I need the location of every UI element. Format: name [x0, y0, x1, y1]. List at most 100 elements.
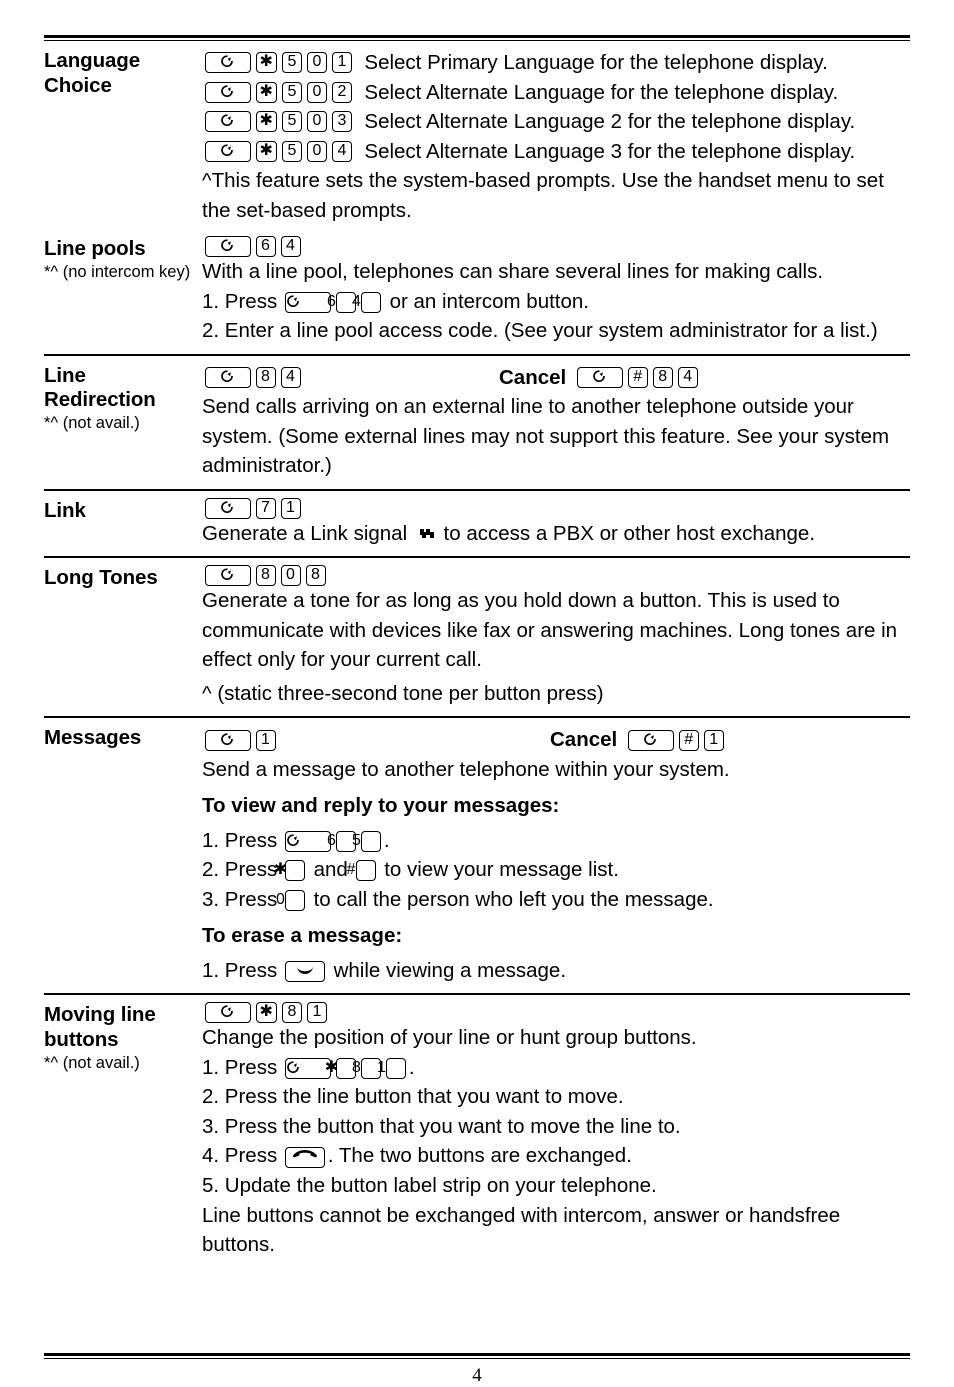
step-text-prefix: 3. Press the button that you want to mov… — [202, 1114, 681, 1138]
feature-title: Link — [44, 498, 86, 522]
key-4[interactable]: 4 — [677, 366, 698, 388]
hold-key-icon[interactable] — [285, 960, 326, 982]
step-item: 1. Press while viewing a message. — [202, 956, 910, 986]
feature-key-icon[interactable] — [204, 1002, 251, 1024]
key-1[interactable]: 1 — [306, 1002, 327, 1024]
feature-label-cell: Line Redirection *^ (not avail.) — [44, 362, 202, 434]
feature-glyph-icon — [221, 1005, 234, 1018]
page-footer: 4 — [44, 1353, 910, 1387]
feature-key-icon[interactable] — [204, 366, 251, 388]
feature-label-cell: Messages — [44, 724, 202, 751]
section-link: Link 7 1 Generate a Link signal to acces… — [44, 491, 910, 557]
key-8[interactable]: 8 — [652, 366, 673, 388]
feature-key-icon[interactable] — [204, 52, 251, 74]
feature-glyph-icon — [287, 1061, 300, 1074]
key-0[interactable]: 0 — [306, 81, 327, 103]
feature-key-icon[interactable] — [576, 366, 623, 388]
feature-key-icon[interactable] — [204, 111, 251, 133]
key-4[interactable]: 4 — [331, 140, 352, 162]
feature-outro: Line buttons cannot be exchanged with in… — [202, 1203, 841, 1257]
key-asterisk[interactable]: ✱ — [255, 1002, 277, 1024]
key-hash[interactable]: # — [678, 729, 699, 751]
section-moving-line-buttons: Moving line buttons *^ (not avail.) ✱ 8 … — [44, 995, 910, 1267]
key-1[interactable]: 1 — [255, 729, 276, 751]
step-text-suffix: . — [383, 828, 390, 852]
key-5[interactable]: 5 — [281, 52, 302, 74]
feature-title: Moving line buttons — [44, 1003, 156, 1051]
step-item: 4. Press . The two buttons are exchanged… — [202, 1141, 910, 1171]
feature-key-icon[interactable] — [204, 497, 251, 519]
release-key-icon[interactable] — [285, 1146, 326, 1168]
key-asterisk[interactable]: ✱ — [274, 860, 306, 882]
cancel-sequence: Cancel # 8 4 — [499, 363, 700, 393]
feature-glyph-icon — [221, 239, 234, 252]
feature-title: Line pools — [44, 237, 146, 261]
feature-description: Generate a Link signal to access a PBX o… — [202, 519, 910, 549]
key-0[interactable]: 0 — [306, 52, 327, 74]
key-row-description: Select Primary Language for the telephon… — [364, 51, 828, 74]
key-1[interactable]: 1 — [331, 52, 352, 74]
step-text-prefix: 2. Enter a line pool access code. (See y… — [202, 319, 878, 343]
key-0[interactable]: 0 — [306, 111, 327, 133]
key-8[interactable]: 8 — [281, 1002, 302, 1024]
feature-key-icon[interactable] — [627, 729, 674, 751]
feature-label-cell: Long Tones — [44, 564, 202, 591]
link-text-after: to access a PBX or other host exchange. — [437, 521, 816, 545]
feature-glyph-icon — [221, 501, 234, 514]
feature-body-cell: 8 4 Cancel # 8 4 Send calls arriving on … — [202, 362, 910, 481]
key-8[interactable]: 8 — [305, 565, 326, 587]
key-8[interactable]: 8 — [255, 366, 276, 388]
feature-label-cell: Moving line buttons *^ (not avail.) — [44, 1001, 202, 1073]
feature-key-icon[interactable] — [204, 81, 251, 103]
key-2[interactable]: 2 — [331, 81, 352, 103]
feature-title: Messages — [44, 726, 142, 750]
key-5[interactable]: 5 — [281, 140, 302, 162]
step-text-prefix: 3. Press — [202, 887, 283, 911]
key-sequence-row: ✱ 5 0 1 Select Primary Language for the … — [202, 48, 910, 78]
key-asterisk[interactable]: ✱ — [255, 111, 277, 133]
key-5[interactable]: 5 — [281, 81, 302, 103]
feature-glyph-icon — [221, 114, 234, 127]
key-4[interactable]: 4 — [280, 366, 301, 388]
key-4[interactable]: 4 — [352, 291, 382, 313]
key-hash[interactable]: # — [627, 366, 648, 388]
key-row-description: Select Alternate Language 2 for the tele… — [364, 110, 856, 134]
feature-label-cell: Link — [44, 497, 202, 524]
feature-key-icon[interactable] — [204, 729, 251, 751]
feature-glyph-icon — [287, 834, 300, 847]
feature-body-cell: ✱ 8 1 Change the position of your line o… — [202, 1001, 910, 1259]
step-text-prefix: 2. Press the line button that you want t… — [202, 1085, 624, 1109]
key-hash[interactable]: # — [347, 860, 376, 882]
key-asterisk[interactable]: ✱ — [255, 140, 277, 162]
key-6[interactable]: 6 — [255, 236, 276, 258]
key-7[interactable]: 7 — [255, 497, 276, 519]
key-3[interactable]: 3 — [331, 111, 352, 133]
key-0[interactable]: 0 — [280, 565, 301, 587]
step-text-prefix: 1. Press — [202, 289, 283, 313]
key-sequence-row: ✱ 5 0 3 Select Alternate Language 2 for … — [202, 107, 910, 137]
key-asterisk[interactable]: ✱ — [255, 81, 277, 103]
key-sequence-row: ✱ 5 0 4 Select Alternate Language 3 for … — [202, 137, 910, 167]
key-5[interactable]: 5 — [281, 111, 302, 133]
feature-key-icon[interactable] — [204, 565, 251, 587]
key-1[interactable]: 1 — [377, 1058, 407, 1079]
feature-description: Change the position of your line or hunt… — [202, 1026, 697, 1050]
feature-key-icon[interactable] — [204, 236, 251, 258]
feature-key-icon[interactable] — [285, 830, 332, 852]
feature-key-icon[interactable] — [204, 140, 251, 162]
key-0[interactable]: 0 — [276, 889, 306, 911]
cancel-sequence: Cancel # 1 — [550, 725, 726, 755]
step-text-prefix: 5. Update the button label strip on your… — [202, 1173, 657, 1197]
key-4[interactable]: 4 — [280, 236, 301, 258]
feature-title: Long Tones — [44, 566, 158, 590]
feature-description: Send calls arriving on an external line … — [202, 395, 890, 478]
link-signal-icon — [416, 528, 434, 542]
key-8[interactable]: 8 — [255, 565, 276, 587]
key-5[interactable]: 5 — [352, 830, 382, 852]
key-1[interactable]: 1 — [280, 497, 301, 519]
key-0[interactable]: 0 — [306, 140, 327, 162]
feature-description: With a line pool, telephones can share s… — [202, 260, 824, 284]
feature-key-icon[interactable] — [285, 291, 332, 313]
key-1[interactable]: 1 — [703, 729, 724, 751]
key-asterisk[interactable]: ✱ — [255, 52, 277, 74]
